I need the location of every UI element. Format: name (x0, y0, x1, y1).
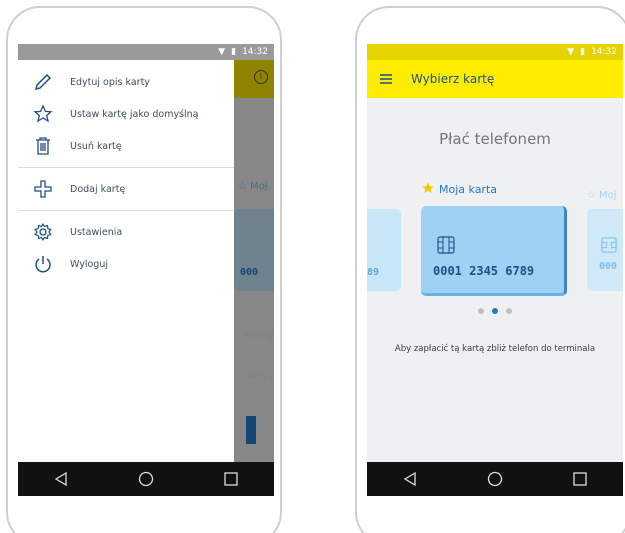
card-label: Moja karta (421, 181, 497, 198)
pay-heading: Płać telefonem (439, 130, 551, 148)
phone-right: ▼ ▮ 14:32 Wybierz kartę Płać telefonem 7… (355, 6, 625, 533)
wifi-icon: ▼ (567, 47, 575, 57)
home-icon[interactable] (475, 464, 515, 494)
drawer-item-label: Wyloguj (70, 258, 108, 270)
drawer-item-label: Usuń kartę (70, 140, 122, 152)
back-icon[interactable] (390, 464, 430, 494)
recents-icon[interactable] (560, 464, 600, 494)
status-bar: ▼ ▮ 14:32 (367, 44, 623, 60)
page-dot-active[interactable] (492, 308, 498, 314)
drawer-item-label: Dodaj kartę (70, 183, 126, 195)
screen-right: ▼ ▮ 14:32 Wybierz kartę Płać telefonem 7… (367, 44, 623, 496)
menu-icon[interactable] (379, 70, 393, 89)
drawer-item-label: Ustaw kartę jako domyślną (70, 108, 199, 120)
card-label-text: Moja karta (439, 183, 498, 196)
status-time: 14:32 (591, 47, 617, 57)
card-selected[interactable]: 0001 2345 6789 (421, 206, 567, 296)
card-next[interactable]: 000 (587, 209, 623, 291)
power-icon (32, 253, 54, 275)
android-nav-bar (367, 462, 623, 496)
drawer-item-settings[interactable]: Ustawienia (18, 216, 234, 248)
drawer-item-edit[interactable]: Edytuj opis karty (18, 66, 234, 98)
pencil-icon (32, 71, 54, 93)
android-nav-bar (18, 462, 274, 496)
drawer-item-label: Ustawienia (70, 226, 123, 238)
page-indicator (367, 308, 623, 314)
battery-icon: ▮ (231, 47, 237, 57)
card-number-previous: 789 (367, 267, 380, 278)
stage: ☆ Moj 000 sicing arty, ▼ ▮ 14:32 i Edytu… (0, 0, 625, 533)
card-label-next-text: Moj (598, 190, 617, 201)
app-topbar: Wybierz kartę (367, 60, 623, 98)
info-icon[interactable]: i (254, 70, 268, 84)
screen-left: ☆ Moj 000 sicing arty, ▼ ▮ 14:32 i Edytu… (18, 44, 274, 496)
battery-icon: ▮ (580, 47, 586, 57)
status-time: 14:32 (242, 47, 268, 57)
trash-icon (32, 135, 54, 157)
card-previous[interactable]: 789 (367, 209, 401, 291)
gear-icon (32, 221, 54, 243)
page-dot[interactable] (478, 308, 484, 314)
navigation-drawer: Edytuj opis karty Ustaw kartę jako domyś… (18, 60, 234, 462)
page-dot[interactable] (506, 308, 512, 314)
status-bar: ▼ ▮ 14:32 (18, 44, 274, 60)
hint-text: Aby zapłacić tą kartą zbliż telefon do t… (394, 344, 596, 354)
recents-icon[interactable] (211, 464, 251, 494)
main-content: Płać telefonem 789 Moja karta 0001 2345 … (367, 98, 623, 462)
drawer-item-set-default[interactable]: Ustaw kartę jako domyślną (18, 98, 234, 130)
phone-left: ☆ Moj 000 sicing arty, ▼ ▮ 14:32 i Edytu… (6, 6, 282, 533)
drawer-item-add[interactable]: Dodaj kartę (18, 173, 234, 205)
card-number-next: 000 (599, 261, 618, 272)
plus-outline-icon (32, 178, 54, 200)
back-icon[interactable] (41, 464, 81, 494)
chip-icon (601, 237, 617, 257)
star-filled-icon (421, 181, 435, 198)
home-icon[interactable] (126, 464, 166, 494)
card-number: 0001 2345 6789 (433, 264, 535, 278)
divider (18, 210, 234, 211)
chip-icon (437, 236, 455, 258)
star-outline-icon (32, 103, 54, 125)
drawer-item-delete[interactable]: Usuń kartę (18, 130, 234, 162)
page-title: Wybierz kartę (411, 72, 495, 86)
wifi-icon: ▼ (218, 47, 226, 57)
star-outline-icon: ☆ (587, 190, 596, 201)
divider (18, 167, 234, 168)
card-label-next: ☆ Moj (587, 190, 617, 201)
drawer-item-label: Edytuj opis karty (70, 76, 150, 88)
drawer-item-logout[interactable]: Wyloguj (18, 248, 234, 280)
